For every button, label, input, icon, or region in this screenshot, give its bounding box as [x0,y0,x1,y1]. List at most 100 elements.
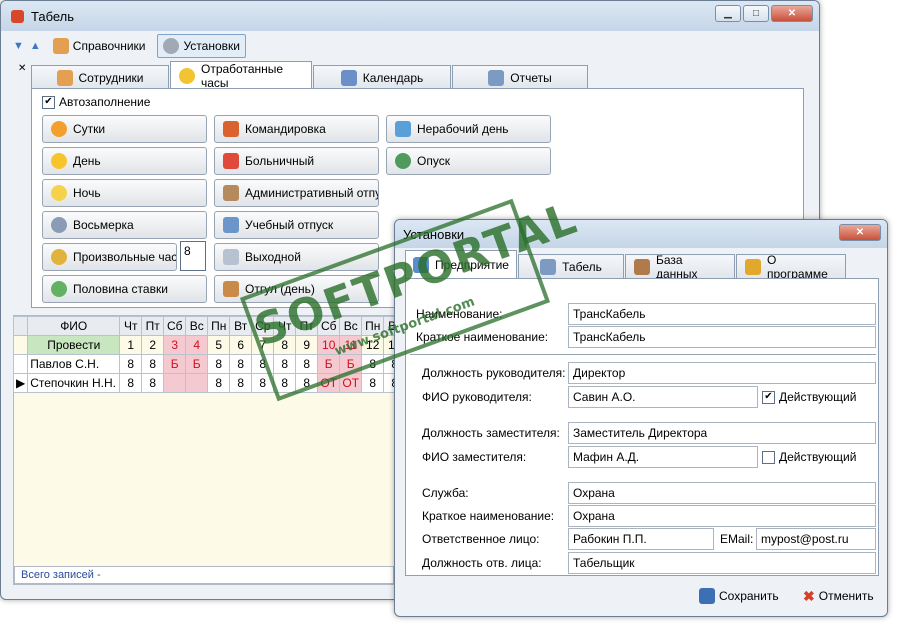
button-label: Административный отпуск [245,186,379,200]
head-position-field[interactable]: Директор [568,362,876,384]
ucheb-button[interactable]: Учебный отпуск [214,211,379,239]
autofill-label: Автозаполнение [59,95,151,109]
short-name-field[interactable]: ТрансКабель [568,326,876,348]
dialog-close-button[interactable]: ✕ [839,224,881,241]
proizv-hours-input[interactable]: 8 [180,241,206,271]
employee-name[interactable]: Степочкин Н.Н. [27,373,121,393]
head-active-row[interactable]: ✔ Действующий [762,390,856,404]
button-label: День [73,154,101,168]
hours-cell[interactable]: 8 [207,373,231,393]
settings-button[interactable]: Установки [157,34,246,58]
row-indicator-header [12,316,29,336]
hours-cell[interactable]: 8 [119,354,143,374]
vosmerka-button[interactable]: Восьмерка [42,211,207,239]
tab-label: Отчеты [510,70,552,85]
email-field[interactable]: mypost@post.ru [756,528,876,550]
hours-cell[interactable] [163,373,187,393]
medical-cross-icon [223,153,239,169]
deputy-position-field[interactable]: Заместитель Директора [568,422,876,444]
hours-cell[interactable]: 8 [361,373,385,393]
autofill-row[interactable]: ✔ Автозаполнение [42,95,150,109]
row-indicator [12,335,29,355]
deputy-fio-field[interactable]: Мафин А.Д. [568,446,758,468]
arrow-up-icon[interactable]: ▲ [30,40,41,52]
button-label: Произвольные часы [73,250,177,264]
deputy-active-row[interactable]: Действующий [762,450,856,464]
sutki-button[interactable]: Сутки [42,115,207,143]
post-cell[interactable]: 4 [185,335,209,355]
half-clock-icon [51,281,67,297]
hours-cell[interactable]: Б [185,354,209,374]
minimize-button[interactable]: ▁ [715,5,741,22]
service-short-label: Краткое наименование: [422,509,555,523]
main-toolbar: ▼ ▲ Справочники Установки [7,32,813,60]
name-field[interactable]: ТрансКабель [568,303,876,325]
service-short-field[interactable]: Охрана [568,505,876,527]
floppy-disk-icon [699,588,715,604]
komand-button[interactable]: Командировка [214,115,379,143]
close-tab-icon[interactable]: ✕ [18,63,26,74]
hours-cell[interactable]: 8 [141,373,165,393]
post-cell[interactable]: 5 [207,335,231,355]
proizv-button[interactable]: Произвольные часы [42,243,177,271]
head-fio-field[interactable]: Савин А.О. [568,386,758,408]
refs-button[interactable]: Справочники [47,34,152,58]
tab-employees[interactable]: Сотрудники [31,65,169,89]
hours-cell[interactable]: 8 [119,373,143,393]
nerab-button[interactable]: Нерабочий день [386,115,551,143]
service-field[interactable]: Охрана [568,482,876,504]
close-button[interactable]: ✕ [771,5,813,22]
hours-cell[interactable]: Б [163,354,187,374]
opusk-button[interactable]: Опуск [386,147,551,175]
calendar-icon [340,69,357,86]
tab-calendar[interactable]: Календарь [313,65,451,89]
post-cell[interactable]: 6 [229,335,253,355]
tab-label: База данных [656,252,698,281]
head-active-checkbox[interactable]: ✔ [762,390,775,404]
hours-cell[interactable]: 8 [229,354,253,374]
day-header: Вс [185,316,209,336]
post-button[interactable]: Провести [27,335,121,355]
post-cell[interactable]: 1 [119,335,143,355]
day-header: Чт [119,316,143,336]
moon-icon [51,185,67,201]
post-cell[interactable]: 2 [141,335,165,355]
fio-header: ФИО [27,316,121,336]
post-cell[interactable]: 3 [163,335,187,355]
admin-button[interactable]: Административный отпуск [214,179,379,207]
button-label: Выходной [245,250,301,264]
cancel-label: Отменить [818,589,874,603]
briefcase-icon [223,121,239,137]
maximize-button[interactable]: □ [743,5,769,22]
tab-hours[interactable]: Отработанные часы [170,61,312,90]
head-position-label: Должность руководителя: [422,366,566,380]
hours-cell[interactable]: 8 [141,354,165,374]
responsible-position-field[interactable]: Табельщик [568,552,876,574]
tab-reports[interactable]: Отчеты [452,65,588,89]
employee-name[interactable]: Павлов С.Н. [27,354,121,374]
arrow-down-icon[interactable]: ▼ [13,40,24,52]
document-icon [540,258,557,275]
noch-button[interactable]: Ночь [42,179,207,207]
save-button[interactable]: Сохранить [693,584,785,608]
tab-database[interactable]: База данных [625,252,735,281]
polovina-button[interactable]: Половина ставки [42,275,207,303]
autofill-checkbox[interactable]: ✔ [42,95,55,109]
cancel-button[interactable]: ✖ Отменить [797,584,880,608]
responsible-field[interactable]: Рабокин П.П. [568,528,714,550]
boln-button[interactable]: Больничный [214,147,379,175]
button-label: Половина ставки [73,282,168,296]
tab-about[interactable]: О программе [736,253,846,281]
deputy-active-label: Действующий [779,450,857,464]
sun-moon-icon [51,121,67,137]
window-controls: ▁ □ ✕ [715,5,813,22]
deputy-fio-label: ФИО заместителя: [422,450,527,464]
hours-cell[interactable]: 8 [207,354,231,374]
clock-icon [51,249,67,265]
hours-cell[interactable] [185,373,209,393]
status-bar: Всего записей - [14,566,394,584]
deputy-active-checkbox[interactable] [762,450,775,464]
globe-icon [395,153,411,169]
hours-cell[interactable]: 8 [229,373,253,393]
den-button[interactable]: День [42,147,207,175]
